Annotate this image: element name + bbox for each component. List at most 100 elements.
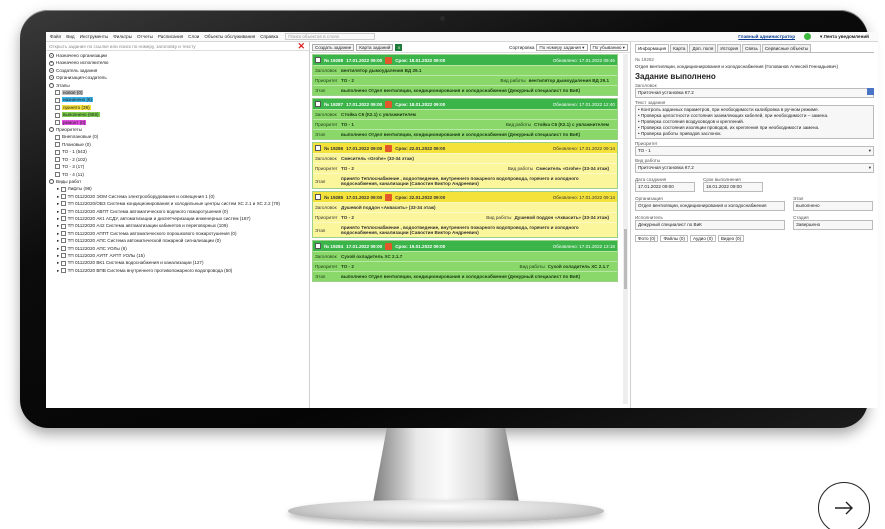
work-type-item[interactable]: ▸ ТП 01122020/ОВ3 Система кондиционирова… [57,200,306,207]
work-type-item[interactable]: ▸ Лифты (98) [57,185,306,192]
tab-info[interactable]: Информация [635,44,670,52]
tab-map[interactable]: Карта [670,44,689,52]
checkbox[interactable] [60,253,66,259]
checkbox[interactable] [60,223,66,229]
stage-accepted[interactable]: принято (39) [55,104,306,111]
audio-tab[interactable]: Аудио (0) [689,235,716,242]
checkbox[interactable] [55,134,60,140]
menu-layers[interactable]: Слои [188,34,199,39]
checkbox[interactable] [55,164,60,170]
state-field[interactable]: Завершено [793,220,873,230]
checkbox[interactable] [55,149,60,155]
menu-tools[interactable]: Инструменты [80,34,109,39]
group-assigned-exec[interactable]: ⌄ Назначено исполнителю [49,59,306,66]
task-card[interactable]: № 19287 17.01.2022 09:00 Срок: 18.01.202… [312,98,618,140]
work-type-item[interactable]: ▸ ТП 01122020 ВПВ Система внутреннего пр… [57,267,306,274]
exec-field[interactable]: Дежурный специалист по ВиК [635,220,785,230]
checkbox[interactable] [55,112,60,118]
stage-repair[interactable]: ремонт (0) [55,119,306,126]
work-type-item[interactable]: ▸ ТП 01122020 АПС Система автоматической… [57,237,306,244]
task-checkbox[interactable] [315,101,321,107]
menu-objects[interactable]: Объекты обслуживания [204,34,255,39]
photos-tab[interactable]: Фото (0) [635,235,659,242]
checkbox[interactable] [60,201,66,207]
priority-item[interactable]: ТО - 3 (17) [55,163,306,170]
group-work-types[interactable]: ⌃ Виды работ [49,178,306,185]
work-type-item[interactable]: ▸ ТП 01122020 АПС УОЛы (8) [57,245,306,252]
priority-item[interactable]: ТО - 1 (543) [55,148,306,155]
work-type-item[interactable]: ▸ ТП 01122020 ЭОМ Система электрооборудо… [57,193,306,200]
checkbox[interactable] [60,245,66,251]
sort-field-select[interactable]: По номеру задания ▾ [536,43,588,51]
priority-item[interactable]: ТО - 2 (102) [55,156,306,163]
kind-select[interactable]: Приточная установка К7.2 ▾ [635,163,874,173]
menu-schedules[interactable]: Расписания [158,34,183,39]
task-text-area[interactable]: • Контроль заданных параметров, при необ… [635,105,874,139]
sort-order-select[interactable]: По убыванию ▾ [589,43,628,51]
task-map-button[interactable]: Карта заданий [356,43,394,51]
menu-file[interactable]: Файл [50,34,61,39]
title-field[interactable]: Приточная установка К7.2 [635,88,874,98]
work-type-item[interactable]: ▸ ТП 01122020 А42 Система автоматизации … [57,222,306,229]
checkbox[interactable] [55,97,60,103]
task-search-input[interactable]: Открыть задание по ссылке или поиск по н… [46,41,309,52]
group-assigned-org[interactable]: ⌄ Назначено организации [49,52,306,59]
checkbox[interactable] [60,268,66,274]
menu-view[interactable]: Вид [66,34,74,39]
task-card[interactable]: № 19288 17.01.2022 09:00 Срок: 18.01.202… [312,54,618,96]
next-arrow-button[interactable] [818,482,870,529]
create-task-button[interactable]: Создать задание [312,43,355,51]
stage-done[interactable]: выполнено (658) [55,111,306,118]
priority-item[interactable]: Внеплановые (0) [55,133,306,140]
group-creator-org[interactable]: ⌄ Организация-создатель [49,74,306,81]
checkbox[interactable] [60,194,66,199]
checkbox[interactable] [60,216,66,222]
due-field[interactable]: 18.01.2022 09:00 [703,182,763,192]
task-checkbox[interactable] [315,145,321,151]
group-priorities[interactable]: ⌃ Приоритеты [49,126,306,133]
priority-select[interactable]: ТО - 1 ▾ [635,146,874,156]
tab-extra-fields[interactable]: Доп. поля [689,44,717,52]
video-tab[interactable]: Видео (0) [717,235,745,242]
menu-help[interactable]: Справка [260,34,278,39]
files-tab[interactable]: Файлы (0) [660,235,688,242]
task-checkbox[interactable] [315,57,321,63]
work-type-item[interactable]: ▸ ТП 01122020 АППТ Система автоматическо… [57,230,306,237]
created-field[interactable]: 17.01.2022 09:00 [635,182,695,192]
admin-link[interactable]: Главный администратор [738,34,795,39]
task-card[interactable]: № 19284 17.01.2022 09:00 Срок: 19.01.202… [312,240,618,282]
tab-links[interactable]: Связь [742,44,761,52]
object-search-input[interactable]: Поиск объектов в слоях [285,33,376,40]
task-list-scrollbar[interactable] [623,54,628,404]
checkbox[interactable] [55,119,60,125]
stage-new[interactable]: новое (0) [55,89,306,96]
checkbox[interactable] [55,142,60,148]
task-checkbox[interactable] [315,243,321,249]
work-type-item[interactable]: ▸ ТП 01122020 ВК1 Система водоснабжения … [57,259,306,266]
work-type-item[interactable]: ▸ ТП 01122020 АК1 АСДУ, автоматизации и … [57,215,306,222]
task-checkbox[interactable] [315,194,321,200]
notifications-feed[interactable]: ▾ Лента уведомлений [820,34,869,40]
clear-icon[interactable]: ✕ [297,41,305,52]
group-creator[interactable]: ⌄ Создатель задания [49,67,306,74]
priority-item[interactable]: Плановые (0) [55,141,306,148]
checkbox[interactable] [60,208,66,214]
checkbox[interactable] [60,231,66,237]
save-icon[interactable] [867,88,874,95]
checkbox[interactable] [60,238,66,244]
priority-item[interactable]: ТО - 4 (11) [55,171,306,178]
work-type-item[interactable]: ▸ ТП 01122020 АВПТ Система автоматическо… [57,208,306,215]
tab-history[interactable]: История [717,44,742,52]
stage-assigned[interactable]: назначено (6) [55,96,306,103]
checkbox[interactable] [55,105,60,111]
scrollbar-thumb[interactable] [624,229,627,289]
checkbox[interactable] [55,156,60,162]
task-card[interactable]: № 19285 17.01.2022 09:00 Срок: 22.01.202… [312,191,618,238]
stage-field[interactable]: выполнено [793,201,873,211]
excel-export-icon[interactable]: X [395,43,403,51]
menu-filters[interactable]: Фильтры [113,34,132,39]
tab-service-objects[interactable]: Сервисные объекты [761,44,812,52]
checkbox[interactable] [60,186,66,192]
checkbox[interactable] [55,90,60,96]
menu-reports[interactable]: Отчеты [137,34,153,39]
